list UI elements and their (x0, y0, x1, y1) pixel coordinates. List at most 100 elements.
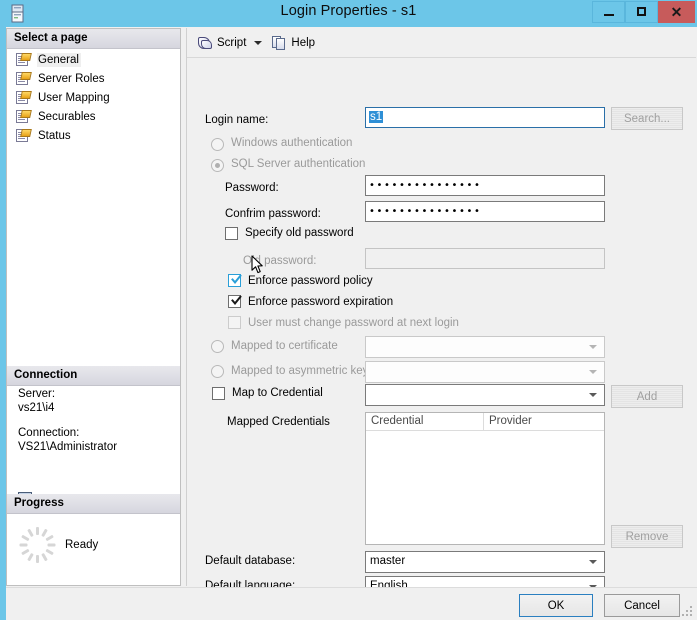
sidebar-item-user-mapping[interactable]: User Mapping (7, 88, 180, 107)
mapped-credentials-label: Mapped Credentials (227, 416, 330, 428)
mapped-credentials-list[interactable]: Credential Provider (365, 412, 605, 545)
server-label: Server: (18, 388, 56, 400)
close-button[interactable]: ✕ (658, 1, 695, 23)
mapped-to-certificate-label: Mapped to certificate (231, 340, 338, 352)
minimize-icon (604, 14, 614, 16)
sidebar-item-securables[interactable]: Securables (7, 107, 180, 126)
password-value: ••••••••••••••• (369, 180, 482, 191)
resize-grip[interactable] (682, 606, 694, 618)
sql-authentication-radio[interactable] (211, 159, 224, 172)
mapped-to-asymmetric-key-radio (211, 365, 224, 378)
specify-old-password-label: Specify old password (245, 227, 354, 239)
mapped-credentials-header: Credential Provider (366, 413, 604, 431)
page-list: General Server Roles User Mapping Secura… (7, 50, 180, 145)
page-icon (16, 52, 32, 67)
script-label: Script (217, 36, 247, 49)
script-button[interactable]: Script (193, 32, 250, 54)
enforce-password-policy-checkbox[interactable] (228, 274, 242, 287)
dialog-footer: OK Cancel (6, 587, 697, 620)
chevron-down-icon (589, 370, 597, 374)
progress-status: Ready (65, 539, 99, 551)
enforce-password-expiration-checkbox[interactable] (228, 295, 242, 308)
close-icon: ✕ (670, 3, 683, 20)
select-page-header: Select a page (7, 29, 180, 49)
sidebar-item-label: Server Roles (38, 72, 105, 85)
maximize-icon (637, 7, 646, 16)
sidebar-item-label: User Mapping (38, 91, 110, 104)
page-icon (16, 128, 32, 143)
connection-value: VS21\Administrator (18, 441, 118, 453)
minimize-button[interactable] (592, 1, 625, 23)
main-panel: Script Help Login name: s1 Search... Win… (186, 28, 696, 598)
maximize-button[interactable] (625, 1, 658, 23)
confirm-password-value: ••••••••••••••• (369, 206, 482, 217)
sidebar-item-general[interactable]: General (7, 50, 180, 69)
toolbar: Script Help (187, 28, 696, 58)
check-icon (231, 295, 242, 306)
connection-label: Connection: (18, 427, 80, 439)
must-change-password-label: User must change password at next login (248, 317, 459, 329)
title-bar[interactable]: Login Properties - s1 ✕ (0, 0, 697, 27)
must-change-password-checkbox (228, 316, 241, 329)
help-button[interactable]: Help (268, 32, 319, 54)
sidebar: Select a page General Server Roles User … (6, 28, 181, 586)
page-icon (16, 90, 32, 105)
help-label: Help (291, 36, 316, 49)
windows-authentication-radio[interactable] (211, 138, 224, 151)
general-page-form: Login name: s1 Search... Windows authent… (187, 59, 696, 598)
chevron-down-icon[interactable] (254, 40, 263, 45)
server-value: vs21\i4 (18, 402, 55, 414)
sidebar-item-status[interactable]: Status (7, 126, 180, 145)
mapped-to-asymmetric-key-combo (365, 361, 605, 383)
column-header-credential[interactable]: Credential (366, 413, 484, 431)
password-label: Password: (225, 182, 279, 194)
page-icon (16, 71, 32, 86)
chevron-down-icon (589, 393, 597, 397)
enforce-password-policy-label: Enforce password policy (248, 275, 373, 287)
progress-header: Progress (7, 494, 180, 514)
old-password-label: Old password: (243, 255, 317, 267)
ok-button[interactable]: OK (519, 594, 593, 617)
add-button[interactable]: Add (611, 385, 683, 408)
password-input[interactable]: ••••••••••••••• (365, 175, 605, 196)
progress-info: Ready (7, 515, 180, 575)
default-database-label: Default database: (205, 555, 296, 567)
mapped-to-certificate-radio (211, 340, 224, 353)
remove-button[interactable]: Remove (611, 525, 683, 548)
map-to-credential-checkbox[interactable] (212, 387, 225, 400)
old-password-input (365, 248, 605, 269)
connection-info: Server: vs21\i4 Connection: VS21\Adminis… (7, 387, 180, 465)
sidebar-item-label: Securables (38, 110, 96, 123)
chevron-down-icon (589, 345, 597, 349)
login-name-label: Login name: (205, 114, 269, 126)
search-button[interactable]: Search... (611, 107, 683, 130)
windows-authentication-label: Windows authentication (231, 137, 353, 149)
progress-spinner-icon (19, 527, 55, 563)
script-icon (197, 35, 213, 51)
confirm-password-label: Confrim password: (225, 208, 321, 220)
sidebar-item-label: General (37, 52, 81, 67)
sidebar-item-label: Status (38, 129, 71, 142)
column-header-provider[interactable]: Provider (484, 413, 604, 431)
cancel-button[interactable]: Cancel (604, 594, 680, 617)
login-properties-window: Login Properties - s1 ✕ Select a page Ge… (0, 0, 697, 620)
map-to-credential-combo[interactable] (365, 384, 605, 406)
dialog-client-area: Select a page General Server Roles User … (6, 27, 697, 620)
mapped-to-certificate-combo (365, 336, 605, 358)
default-database-value: master (370, 555, 406, 567)
help-icon (272, 35, 287, 50)
specify-old-password-checkbox[interactable] (225, 227, 238, 240)
default-database-combo[interactable]: master (365, 551, 605, 573)
map-to-credential-label: Map to Credential (232, 387, 323, 399)
enforce-password-expiration-label: Enforce password expiration (248, 296, 394, 308)
sidebar-item-server-roles[interactable]: Server Roles (7, 69, 180, 88)
login-name-value: s1 (369, 111, 384, 123)
confirm-password-input[interactable]: ••••••••••••••• (365, 201, 605, 222)
sql-authentication-label: SQL Server authentication (231, 158, 366, 170)
check-icon (231, 274, 242, 285)
chevron-down-icon (589, 560, 597, 564)
connection-header: Connection (7, 366, 180, 386)
page-icon (16, 109, 32, 124)
login-name-input[interactable]: s1 (365, 107, 605, 128)
mapped-to-asymmetric-key-label: Mapped to asymmetric key (231, 365, 369, 377)
